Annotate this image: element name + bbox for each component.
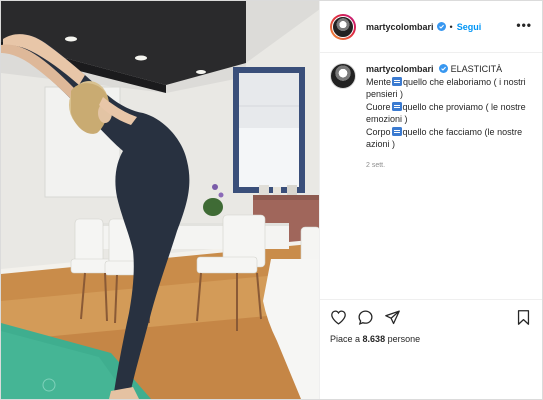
avatar [332, 15, 354, 38]
caption-word: Mente [366, 76, 392, 87]
bookmark-icon[interactable] [516, 309, 531, 326]
caption-avatar[interactable] [330, 63, 356, 89]
action-icons [330, 309, 535, 327]
caption-word: Cuore [366, 101, 391, 112]
post-timestamp[interactable]: 2 sett. [366, 160, 535, 173]
verified-badge-icon [439, 64, 449, 73]
follow-button[interactable]: Segui [457, 22, 482, 32]
caption-title: ELASTICITÀ [450, 64, 503, 74]
caption-line-corpo: Corpo quello che facciamo (le nostre azio… [366, 126, 535, 151]
more-options-icon[interactable]: ••• [516, 19, 532, 31]
post-photo[interactable] [1, 1, 320, 399]
avatar-story-ring[interactable] [330, 13, 356, 40]
post-dialog: martycolombari • Segui ••• martycolombar… [0, 0, 543, 400]
post-side-panel: martycolombari • Segui ••• martycolombar… [320, 1, 542, 399]
likes-suffix: persone [387, 334, 421, 344]
likes-count[interactable]: Piace a 8.638 persone [330, 334, 420, 344]
equals-emoji-icon [391, 101, 402, 111]
equals-emoji-icon [391, 126, 402, 136]
likes-number: 8.638 [362, 334, 386, 344]
caption-text: martycolombari ELASTICITÀ Mente quello ch… [366, 63, 535, 172]
verified-badge-icon [436, 22, 446, 31]
post-caption: martycolombari ELASTICITÀ Mente quello ch… [330, 63, 535, 172]
caption-username[interactable]: martycolombari [366, 64, 434, 74]
caption-line-cuore: Cuore quello che proviamo ( le nostre emo… [366, 101, 535, 126]
equals-emoji-icon [392, 76, 403, 86]
caption-word: Corpo [366, 126, 391, 137]
comment-icon[interactable] [357, 309, 374, 326]
header-username[interactable]: martycolombari [366, 22, 434, 32]
photo-scene [1, 1, 319, 399]
actions-bar: Piace a 8.638 persone [320, 299, 542, 399]
post-header: martycolombari • Segui ••• [320, 1, 542, 53]
caption-first-line: martycolombari ELASTICITÀ [366, 63, 535, 76]
header-separator: • [449, 21, 453, 32]
caption-line-mente: Mente quello che elaboriamo ( i nostri pe… [366, 76, 535, 101]
share-icon[interactable] [384, 309, 401, 326]
likes-prefix: Piace a [330, 334, 361, 344]
heart-icon[interactable] [330, 309, 347, 326]
